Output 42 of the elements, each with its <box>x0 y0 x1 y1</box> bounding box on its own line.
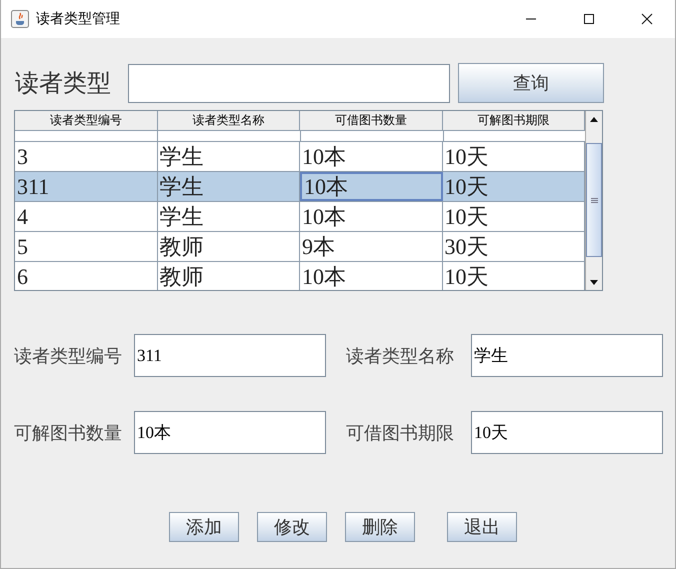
table-cell: 学生 <box>158 202 300 231</box>
input-field[interactable]: 10本 <box>134 411 326 454</box>
table-cell: 教师 <box>158 262 300 290</box>
close-icon[interactable] <box>641 13 653 25</box>
table-cell: 学生 <box>158 172 300 201</box>
input-field[interactable]: 10天 <box>471 411 663 454</box>
table-cell: 9本 <box>300 232 443 261</box>
table-cell: 10本 <box>300 262 443 290</box>
table-cell: 教师 <box>158 232 300 261</box>
scroll-bar[interactable] <box>585 111 602 290</box>
table-row[interactable] <box>15 131 586 142</box>
table-cell: 6 <box>15 262 158 290</box>
table-cell: 学生 <box>158 142 300 171</box>
input-field[interactable]: 311 <box>134 334 326 377</box>
query-button[interactable]: 查询 <box>458 63 604 103</box>
search-field[interactable] <box>128 64 450 102</box>
field-label: 读者类型编号 <box>14 344 123 368</box>
action-button[interactable]: 退出 <box>447 512 517 542</box>
grip-icon <box>590 198 598 202</box>
table-cell: 3 <box>15 142 158 171</box>
table-cell: 5 <box>15 232 158 261</box>
table-cell: 4 <box>15 202 158 231</box>
table-cell: 10本 <box>300 172 443 201</box>
input-field[interactable]: 学生 <box>471 334 663 377</box>
reader-type-label: 读者类型 <box>14 70 112 99</box>
table-cell: 10本 <box>300 142 443 171</box>
field-label: 可借图书期限 <box>346 422 455 444</box>
table-cell: 311 <box>15 172 158 201</box>
scroll-down-icon[interactable] <box>590 280 598 284</box>
field-label: 读者类型名称 <box>346 344 455 368</box>
action-button[interactable]: 删除 <box>345 512 415 542</box>
table-row[interactable]: 311 学生 10本 10天 <box>15 172 586 202</box>
maximize-icon[interactable] <box>583 13 595 25</box>
app-icon <box>11 10 29 28</box>
field-label: 可解图书数量 <box>14 422 123 444</box>
table-row[interactable]: 4 学生 10本 10天 <box>15 202 586 232</box>
table-row[interactable]: 5 教师 9本 30天 <box>15 232 586 262</box>
table-cell: 10本 <box>300 202 443 231</box>
action-button[interactable]: 修改 <box>257 512 327 542</box>
scroll-up-icon[interactable] <box>590 116 598 122</box>
action-button[interactable]: 添加 <box>169 512 239 542</box>
window-title: 读者类型管理 <box>36 10 120 28</box>
